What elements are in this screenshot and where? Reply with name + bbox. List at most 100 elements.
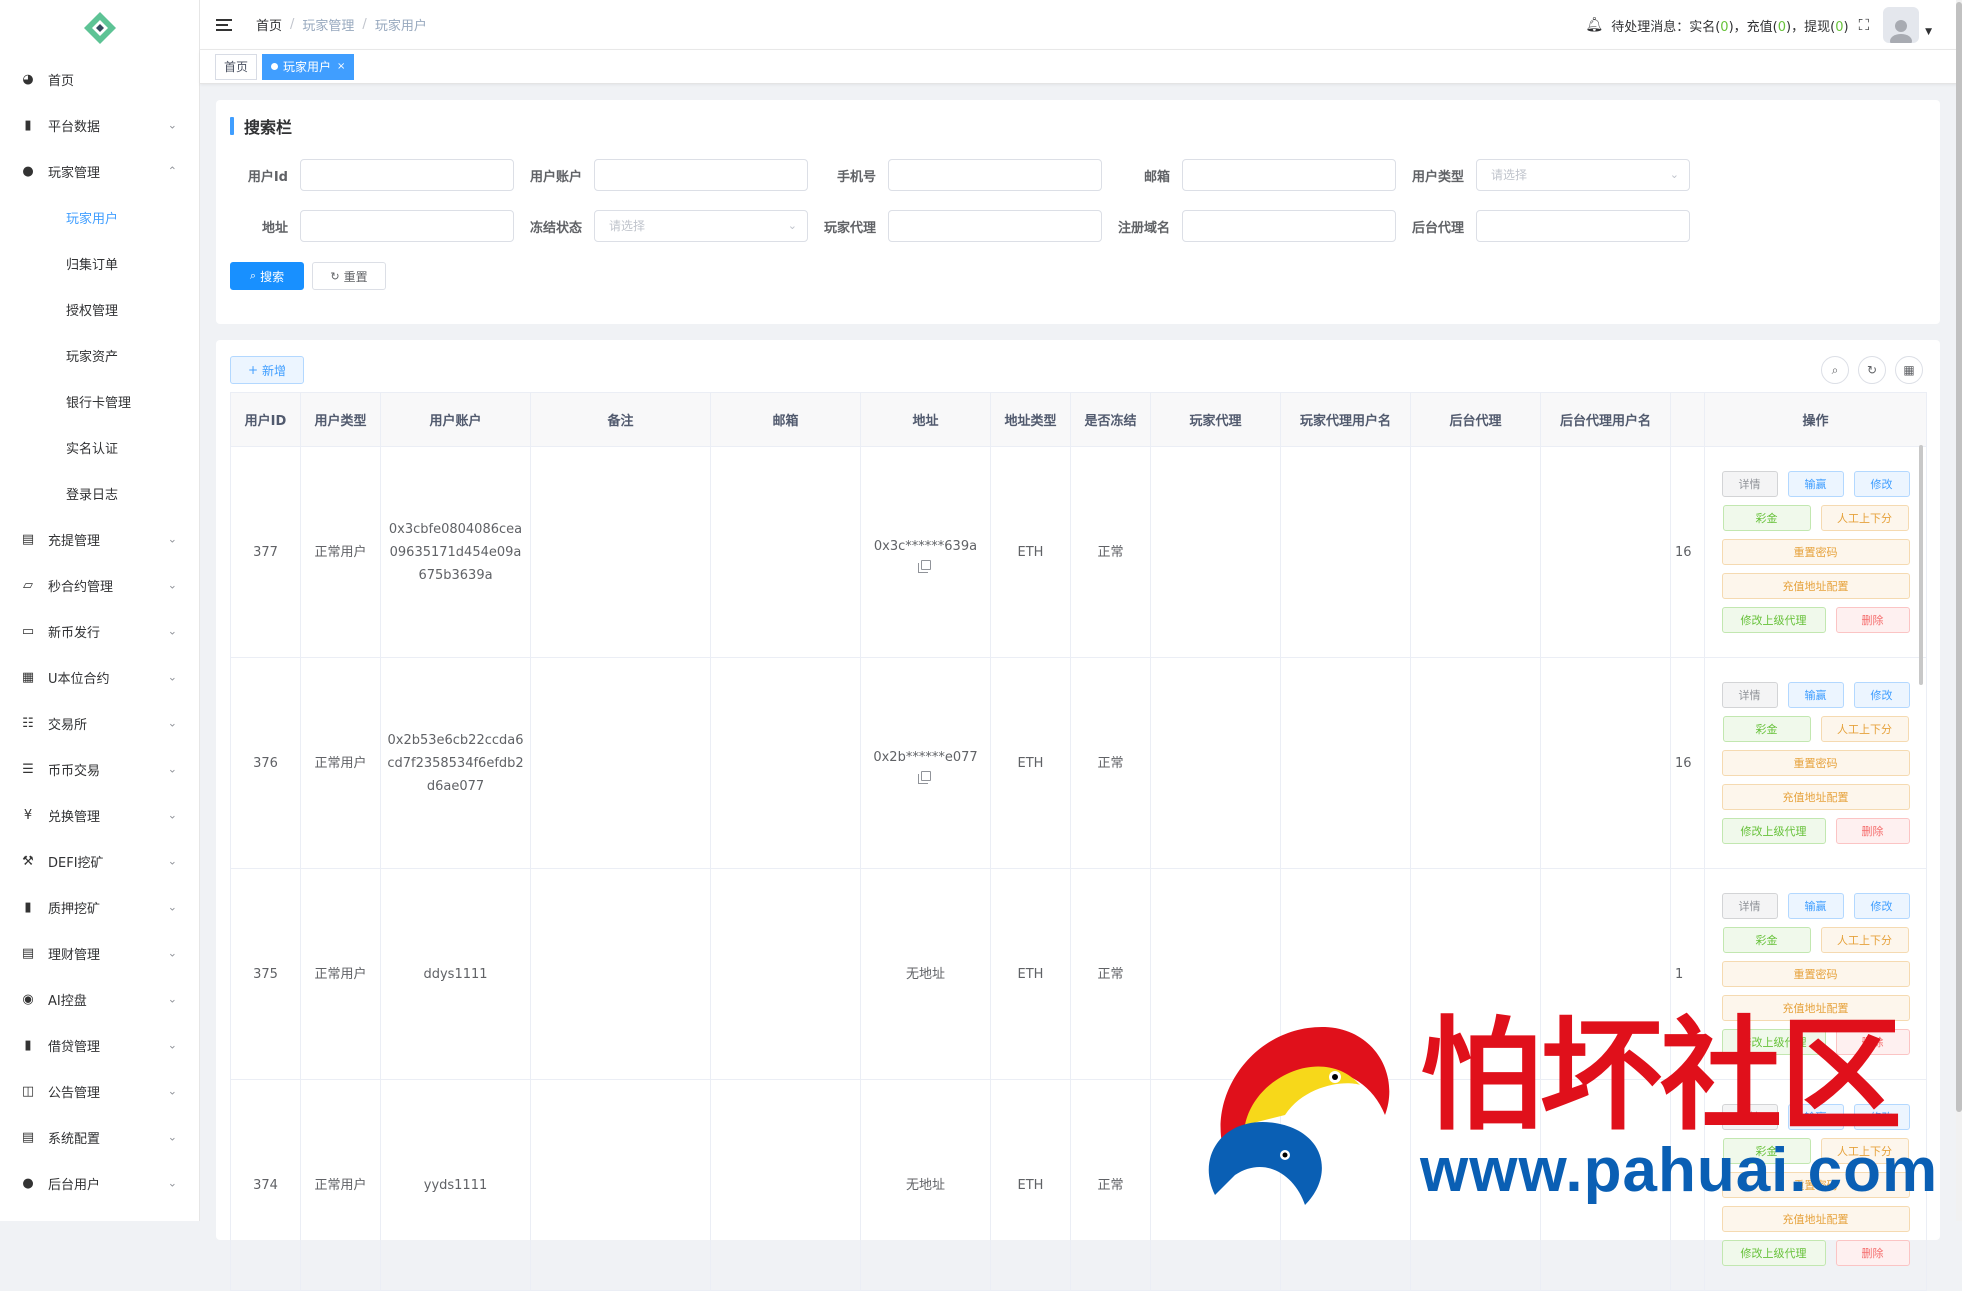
bell-icon[interactable]: 🔔︎	[1585, 17, 1603, 33]
chevron-down-icon: ⌄	[167, 578, 177, 592]
manual-adjust-button[interactable]: 人工上下分	[1820, 716, 1909, 742]
sidebar-item[interactable]: ◉ AI控盘 ⌄	[0, 976, 199, 1022]
winlose-button[interactable]: 输赢	[1787, 1104, 1844, 1130]
sidebar-subitem[interactable]: 授权管理	[0, 286, 199, 332]
reset-password-button[interactable]: 重置密码	[1721, 539, 1910, 565]
detail-button[interactable]: 详情	[1721, 471, 1778, 497]
edit-button[interactable]: 修改	[1853, 893, 1910, 919]
sidebar-item[interactable]: ◫ 公告管理 ⌄	[0, 1068, 199, 1114]
sidebar-item[interactable]: ▤ 系统配置 ⌄	[0, 1114, 199, 1160]
sidebar-item[interactable]: ▤ 充提管理 ⌄	[0, 516, 199, 562]
hamburger-icon[interactable]	[216, 17, 234, 33]
fullscreen-icon[interactable]: ⛶	[1859, 16, 1870, 34]
table-row: 377 正常用户 0x3cbfe0804086cea09635171d454e09a…	[230, 446, 1927, 658]
text-input[interactable]	[594, 159, 808, 191]
sidebar-item[interactable]: ☰ 币币交易 ⌄	[0, 746, 199, 792]
search-toggle-icon[interactable]: ⌕	[1821, 356, 1849, 384]
sidebar-item[interactable]: ▤ 理财管理 ⌄	[0, 930, 199, 976]
field-label: 后台代理	[1411, 220, 1464, 236]
add-button[interactable]: + 新增	[230, 356, 304, 384]
edit-button[interactable]: 修改	[1853, 1104, 1910, 1130]
text-input[interactable]	[1182, 159, 1396, 191]
select-input[interactable]: 请选择 ⌄	[1476, 159, 1690, 191]
bonus-button[interactable]: 彩金	[1722, 927, 1811, 953]
sidebar-item[interactable]: ▮ 质押挖矿 ⌄	[0, 884, 199, 930]
sidebar-subitem[interactable]: 实名认证	[0, 424, 199, 470]
change-agent-button[interactable]: 修改上级代理	[1721, 1029, 1826, 1055]
edit-button[interactable]: 修改	[1853, 471, 1910, 497]
avatar[interactable]	[1883, 7, 1920, 43]
sidebar-item[interactable]: ▣系统管理⌄	[0, 1206, 199, 1221]
deposit-address-button[interactable]: 充值地址配置	[1721, 1206, 1910, 1232]
bonus-button[interactable]: 彩金	[1722, 1138, 1811, 1164]
winlose-button[interactable]: 输赢	[1787, 471, 1844, 497]
notice-withdraw[interactable]: 提现(0)	[1804, 16, 1848, 35]
copy-icon[interactable]	[917, 559, 931, 573]
edit-button[interactable]: 修改	[1853, 682, 1910, 708]
sidebar-item[interactable]: ● 玩家管理 ⌃	[0, 148, 199, 194]
winlose-button[interactable]: 输赢	[1787, 682, 1844, 708]
tag-player-users[interactable]: 玩家用户 ×	[262, 53, 355, 80]
text-input[interactable]	[300, 210, 514, 242]
columns-icon[interactable]: ▦	[1895, 356, 1923, 384]
tag-home[interactable]: 首页	[215, 53, 258, 80]
reset-button[interactable]: ↻ 重置	[312, 262, 386, 290]
deposit-address-button[interactable]: 充值地址配置	[1721, 995, 1910, 1021]
select-input[interactable]: 请选择 ⌄	[594, 210, 808, 242]
sidebar-subitem[interactable]: 归集订单	[0, 240, 199, 286]
sidebar-subitem[interactable]: 银行卡管理	[0, 378, 199, 424]
sidebar-item[interactable]: ▭ 新币发行 ⌄	[0, 608, 199, 654]
sidebar-item[interactable]: ▮ 平台数据 ⌄	[0, 102, 199, 148]
bonus-button[interactable]: 彩金	[1722, 505, 1811, 531]
delete-button[interactable]: 删除	[1835, 1240, 1910, 1266]
action-row: 彩金 人工上下分	[1722, 927, 1909, 953]
deposit-address-button[interactable]: 充值地址配置	[1721, 784, 1910, 810]
text-input[interactable]	[1182, 210, 1396, 242]
sidebar-subitem[interactable]: 登录日志	[0, 470, 199, 516]
manual-adjust-button[interactable]: 人工上下分	[1820, 927, 1909, 953]
manual-adjust-button[interactable]: 人工上下分	[1820, 1138, 1909, 1164]
search-button[interactable]: ⌕ 搜索	[230, 262, 304, 290]
breadcrumb-home[interactable]: 首页	[256, 15, 282, 34]
caret-down-icon[interactable]: ▼	[1925, 27, 1932, 37]
sidebar-item[interactable]: ◕ 首页	[0, 56, 199, 102]
page-scrollbar[interactable]	[1956, 0, 1962, 1221]
sidebar-subitem[interactable]: 玩家用户	[0, 194, 199, 240]
delete-button[interactable]: 删除	[1835, 607, 1910, 633]
winlose-button[interactable]: 输赢	[1787, 893, 1844, 919]
close-icon[interactable]: ×	[337, 55, 345, 79]
notice-realname[interactable]: 实名(0)，	[1689, 16, 1746, 35]
sidebar-item[interactable]: ● 后台用户 ⌄	[0, 1160, 199, 1206]
sidebar-item[interactable]: ⚒ DEFI挖矿 ⌄	[0, 838, 199, 884]
reset-password-button[interactable]: 重置密码	[1721, 961, 1910, 987]
text-input[interactable]	[888, 210, 1102, 242]
sidebar-item[interactable]: ☷ 交易所 ⌄	[0, 700, 199, 746]
copy-icon[interactable]	[917, 770, 931, 784]
sidebar-subitem[interactable]: 玩家资产	[0, 332, 199, 378]
manual-adjust-button[interactable]: 人工上下分	[1820, 505, 1909, 531]
text-input[interactable]	[300, 159, 514, 191]
text-input[interactable]	[1476, 210, 1690, 242]
refresh-icon[interactable]: ↻	[1858, 356, 1886, 384]
logo[interactable]	[0, 0, 199, 56]
sidebar-item[interactable]: ▦ U本位合约 ⌄	[0, 654, 199, 700]
detail-button[interactable]: 详情	[1721, 1104, 1778, 1130]
sidebar-item[interactable]: ¥ 兑换管理 ⌄	[0, 792, 199, 838]
notice-recharge[interactable]: 充值(0)，	[1747, 16, 1804, 35]
deposit-address-button[interactable]: 充值地址配置	[1721, 573, 1910, 599]
bonus-button[interactable]: 彩金	[1722, 716, 1811, 742]
reset-password-button[interactable]: 重置密码	[1721, 1172, 1910, 1198]
change-agent-button[interactable]: 修改上级代理	[1721, 818, 1826, 844]
change-agent-button[interactable]: 修改上级代理	[1721, 607, 1826, 633]
sidebar-item[interactable]: ▮ 借贷管理 ⌄	[0, 1022, 199, 1068]
detail-button[interactable]: 详情	[1721, 893, 1778, 919]
sidebar-item[interactable]: ▱ 秒合约管理 ⌄	[0, 562, 199, 608]
detail-button[interactable]: 详情	[1721, 682, 1778, 708]
delete-button[interactable]: 删除	[1835, 818, 1910, 844]
delete-button[interactable]: 删除	[1835, 1029, 1910, 1055]
change-agent-button[interactable]: 修改上级代理	[1721, 1240, 1826, 1266]
text-input[interactable]	[888, 159, 1102, 191]
table-scrollbar[interactable]	[1919, 445, 1923, 685]
reset-password-button[interactable]: 重置密码	[1721, 750, 1910, 776]
action-row: 详情 输赢 修改	[1721, 682, 1910, 708]
